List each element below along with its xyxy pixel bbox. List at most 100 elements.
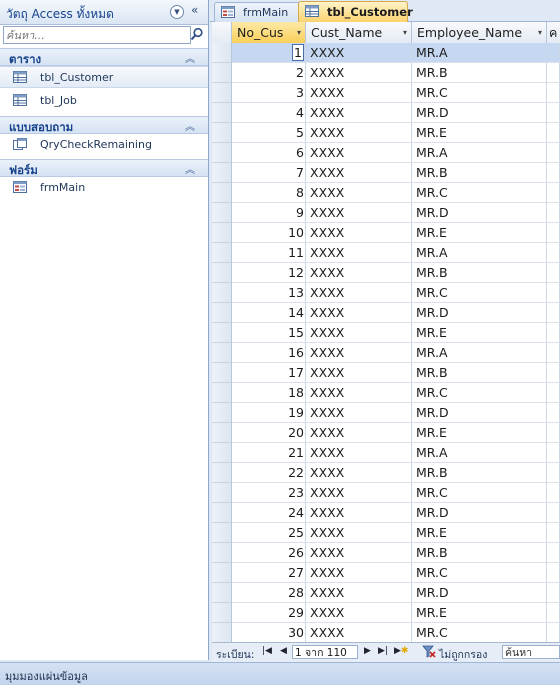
table-row[interactable]: 26 XXXX MR.B (212, 543, 560, 563)
cell-cust-name[interactable]: XXXX (306, 423, 412, 443)
record-selector[interactable] (212, 143, 232, 163)
record-selector[interactable] (212, 363, 232, 383)
cell-cust-name[interactable]: XXXX (306, 203, 412, 223)
cell-cust-name[interactable]: XXXX (306, 563, 412, 583)
record-selector[interactable] (212, 283, 232, 303)
cell-no-cus[interactable]: 2 (232, 63, 306, 83)
cell-next-column[interactable] (547, 83, 560, 103)
cell-cust-name[interactable]: XXXX (306, 403, 412, 423)
cell-no-cus[interactable]: 3 (232, 83, 306, 103)
cell-employee-name[interactable]: MR.D (412, 203, 547, 223)
cell-next-column[interactable] (547, 503, 560, 523)
table-row[interactable]: 21 XXXX MR.A (212, 443, 560, 463)
previous-record-icon[interactable]: ◀ (280, 646, 287, 656)
cell-no-cus[interactable]: 7 (232, 163, 306, 183)
table-row[interactable]: 4 XXXX MR.D (212, 103, 560, 123)
table-row[interactable]: 19 XXXX MR.D (212, 403, 560, 423)
shutter-collapse-icon[interactable]: « (191, 3, 198, 17)
cell-employee-name[interactable]: MR.A (412, 443, 547, 463)
cell-next-column[interactable] (547, 523, 560, 543)
cell-no-cus[interactable]: 28 (232, 583, 306, 603)
cell-no-cus[interactable]: 1 (232, 43, 306, 63)
cell-next-column[interactable] (547, 283, 560, 303)
nav-group-forms[interactable]: ฟอร์ม ︽ (0, 159, 208, 177)
cell-next-column[interactable] (547, 163, 560, 183)
cell-next-column[interactable] (547, 143, 560, 163)
cell-cust-name[interactable]: XXXX (306, 163, 412, 183)
table-row[interactable]: 28 XXXX MR.D (212, 583, 560, 603)
cell-employee-name[interactable]: MR.E (412, 603, 547, 623)
cell-employee-name[interactable]: MR.A (412, 43, 547, 63)
cell-next-column[interactable] (547, 423, 560, 443)
new-record-icon[interactable]: ▶✱ (394, 646, 408, 656)
cell-no-cus[interactable]: 17 (232, 363, 306, 383)
cell-next-column[interactable] (547, 603, 560, 623)
record-selector[interactable] (212, 263, 232, 283)
cell-employee-name[interactable]: MR.C (412, 183, 547, 203)
record-selector[interactable] (212, 203, 232, 223)
column-dropdown-icon[interactable]: ▾ (297, 22, 301, 43)
cell-no-cus[interactable]: 29 (232, 603, 306, 623)
cell-cust-name[interactable]: XXXX (306, 283, 412, 303)
cell-employee-name[interactable]: MR.D (412, 503, 547, 523)
collapse-group-icon[interactable]: ︽ (185, 118, 195, 133)
cell-next-column[interactable] (547, 563, 560, 583)
cell-employee-name[interactable]: MR.E (412, 123, 547, 143)
column-header-next[interactable]: ค (547, 22, 560, 43)
cell-employee-name[interactable]: MR.D (412, 583, 547, 603)
cell-next-column[interactable] (547, 383, 560, 403)
tab-tbl-customer[interactable]: tbl_Customer (298, 1, 413, 22)
table-row[interactable]: 2 XXXX MR.B (212, 63, 560, 83)
record-selector[interactable] (212, 183, 232, 203)
nav-item-qry-check-remaining[interactable]: QryCheckRemaining (0, 134, 208, 156)
table-row[interactable]: 29 XXXX MR.E (212, 603, 560, 623)
table-row[interactable]: 27 XXXX MR.C (212, 563, 560, 583)
table-row[interactable]: 1 XXXX MR.A (212, 43, 560, 63)
record-selector[interactable] (212, 243, 232, 263)
cell-employee-name[interactable]: MR.D (412, 403, 547, 423)
cell-employee-name[interactable]: MR.B (412, 163, 547, 183)
record-selector[interactable] (212, 343, 232, 363)
cell-cust-name[interactable]: XXXX (306, 503, 412, 523)
cell-next-column[interactable] (547, 323, 560, 343)
cell-next-column[interactable] (547, 123, 560, 143)
cell-cust-name[interactable]: XXXX (306, 243, 412, 263)
table-row[interactable]: 8 XXXX MR.C (212, 183, 560, 203)
cell-employee-name[interactable]: MR.A (412, 243, 547, 263)
cell-no-cus[interactable]: 18 (232, 383, 306, 403)
cell-cust-name[interactable]: XXXX (306, 383, 412, 403)
cell-cust-name[interactable]: XXXX (306, 143, 412, 163)
cell-no-cus[interactable]: 22 (232, 463, 306, 483)
nav-item-tbl-customer[interactable]: tbl_Customer (0, 66, 208, 88)
record-selector[interactable] (212, 563, 232, 583)
cell-employee-name[interactable]: MR.E (412, 423, 547, 443)
record-search-field[interactable]: ค้นหา (502, 645, 560, 659)
cell-employee-name[interactable]: MR.C (412, 483, 547, 503)
cell-no-cus[interactable]: 5 (232, 123, 306, 143)
cell-no-cus[interactable]: 9 (232, 203, 306, 223)
nav-search-input[interactable] (3, 26, 191, 44)
table-row[interactable]: 10 XXXX MR.E (212, 223, 560, 243)
nav-group-tables[interactable]: ตาราง ︽ (0, 48, 208, 66)
table-row[interactable]: 7 XXXX MR.B (212, 163, 560, 183)
cell-no-cus[interactable]: 12 (232, 263, 306, 283)
cell-cust-name[interactable]: XXXX (306, 43, 412, 63)
next-record-icon[interactable]: ▶ (364, 646, 371, 656)
cell-cust-name[interactable]: XXXX (306, 223, 412, 243)
cell-cust-name[interactable]: XXXX (306, 443, 412, 463)
cell-employee-name[interactable]: MR.B (412, 63, 547, 83)
cell-no-cus[interactable]: 4 (232, 103, 306, 123)
record-selector[interactable] (212, 223, 232, 243)
record-selector[interactable] (212, 303, 232, 323)
table-row[interactable]: 22 XXXX MR.B (212, 463, 560, 483)
cell-cust-name[interactable]: XXXX (306, 183, 412, 203)
cell-next-column[interactable] (547, 243, 560, 263)
table-row[interactable]: 25 XXXX MR.E (212, 523, 560, 543)
cell-next-column[interactable] (547, 483, 560, 503)
nav-item-tbl-job[interactable]: tbl_Job (0, 90, 208, 112)
cell-no-cus[interactable]: 14 (232, 303, 306, 323)
cell-employee-name[interactable]: MR.B (412, 543, 547, 563)
record-selector[interactable] (212, 583, 232, 603)
record-selector[interactable] (212, 623, 232, 642)
cell-cust-name[interactable]: XXXX (306, 303, 412, 323)
